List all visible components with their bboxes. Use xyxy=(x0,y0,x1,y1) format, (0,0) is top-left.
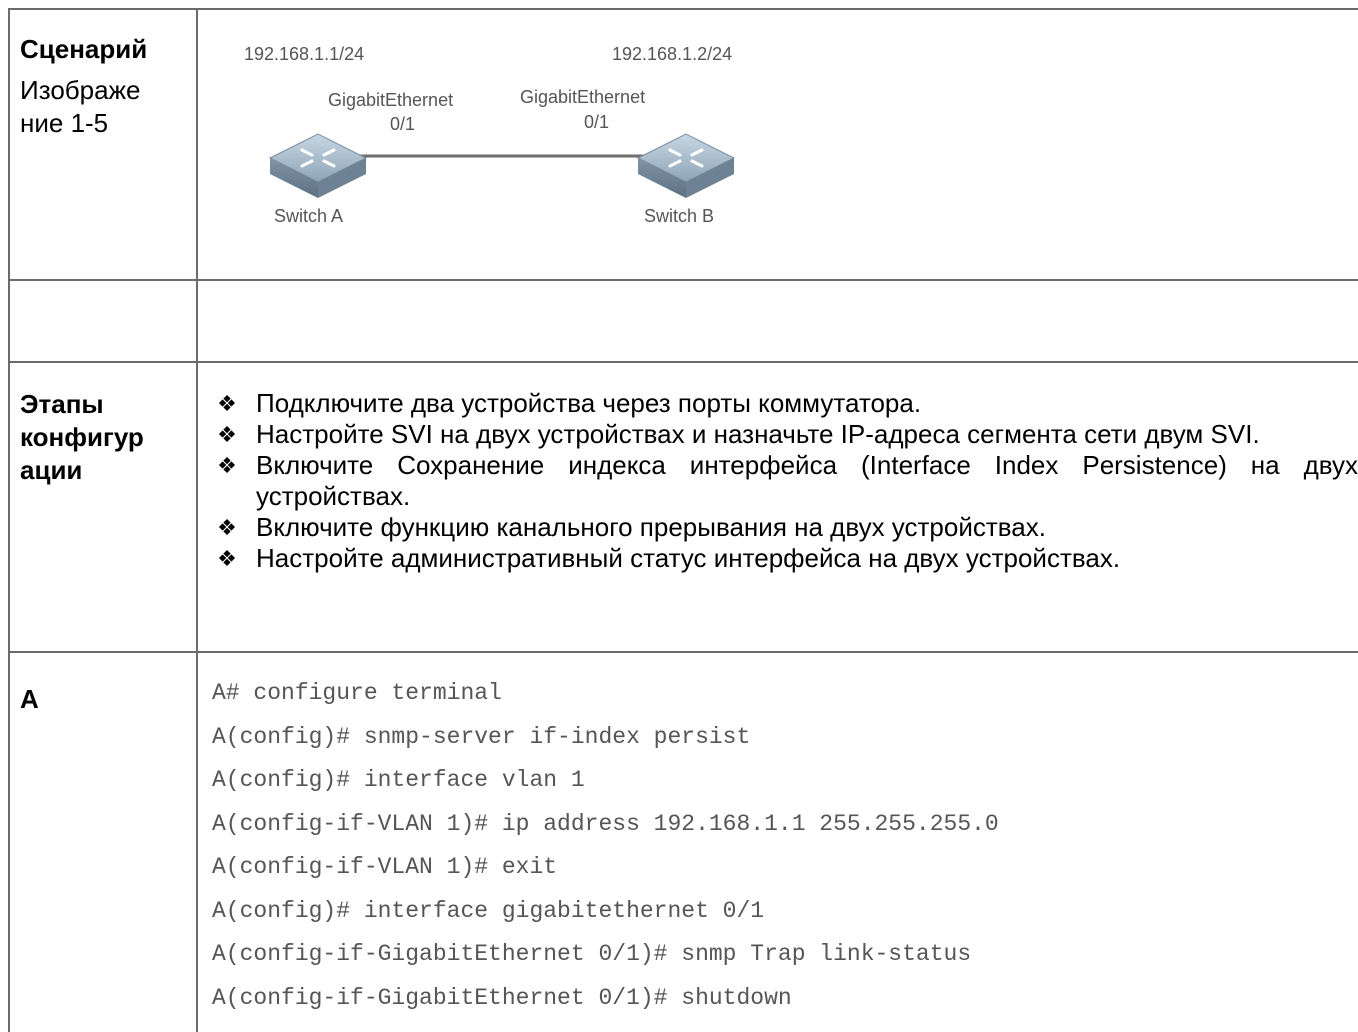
table-border-middle xyxy=(196,8,198,1032)
steps-label: Этапы конфигур ации xyxy=(20,389,144,485)
diamond-bullet-icon: ❖ xyxy=(217,546,237,571)
diamond-bullet-icon: ❖ xyxy=(217,453,237,478)
code-line: A(config)# snmp-server if-index persist xyxy=(212,723,751,750)
code-line: A(config-if-VLAN 1)# exit xyxy=(212,854,558,880)
list-item: ❖ Подключите два устройства через порты к… xyxy=(212,388,1358,419)
diamond-bullet-icon: ❖ xyxy=(217,422,237,447)
code-line: A(config)# interface vlan 1 xyxy=(212,767,585,793)
scenario-title: Сценарий xyxy=(20,34,148,64)
network-switch-icon xyxy=(268,133,368,198)
network-switch-icon xyxy=(636,133,736,198)
steps-list: ❖ Подключите два устройства через порты к… xyxy=(212,388,1358,574)
diamond-bullet-icon: ❖ xyxy=(217,515,237,540)
list-item: ❖ Включите Сохранение индекса интерфейса … xyxy=(212,450,1358,512)
figure-label: Изображе ние 1-5 xyxy=(20,75,141,138)
table-border-left xyxy=(8,8,10,1032)
topology-diagram: 192.168.1.1/24 192.168.1.2/24 GigabitEth… xyxy=(230,30,790,250)
table-row-divider xyxy=(8,361,1358,363)
table-row-divider xyxy=(8,651,1358,653)
diamond-bullet-icon: ❖ xyxy=(217,391,237,416)
list-item: ❖ Настройте SVI на двух устройствах и наз… xyxy=(212,419,1358,450)
list-item: ❖ Настройте административный статус интер… xyxy=(212,543,1358,574)
list-item: ❖ Включите функцию канального прерывания … xyxy=(212,512,1358,543)
code-line: A# configure terminal xyxy=(212,680,502,706)
scenario-label: Сценарий Изображе ние 1-5 xyxy=(20,33,190,140)
config-a-label: A xyxy=(20,684,39,714)
table-row-divider xyxy=(8,279,1358,281)
code-line: A(config)# interface gigabitethernet 0/1 xyxy=(212,897,765,924)
code-line: A(config-if-GigabitEthernet 0/1)# snmp T… xyxy=(212,941,972,967)
table-border-top xyxy=(8,8,1358,10)
config-a-code: A# configure terminal A(config)# snmp-se… xyxy=(212,672,999,1020)
code-line: A(config-if-VLAN 1)# ip address 192.168.… xyxy=(212,810,999,837)
switch-a-name: Switch A xyxy=(274,206,344,226)
code-line: A(config-if-GigabitEthernet 0/1)# shutdo… xyxy=(212,984,792,1011)
switch-b-name: Switch B xyxy=(644,206,715,226)
